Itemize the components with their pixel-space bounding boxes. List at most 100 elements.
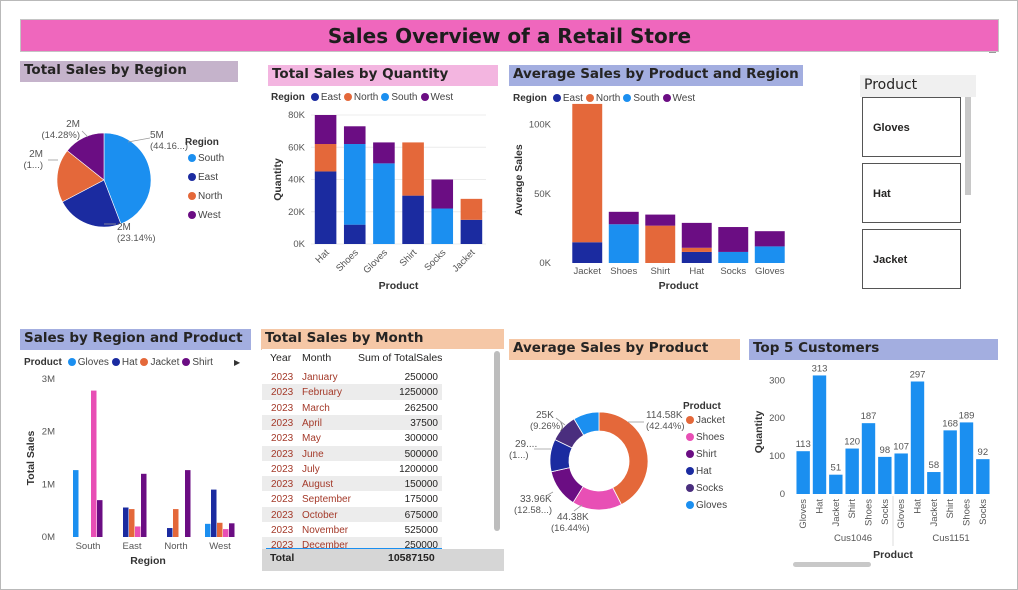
bar-socks — [878, 456, 892, 494]
bar-jacket-east — [572, 242, 603, 263]
bar-west-hat — [211, 489, 217, 537]
legend-more-icon[interactable]: ▶ — [234, 358, 240, 367]
cell-sales: 500000 — [404, 448, 438, 460]
cell-sales: 37500 — [410, 417, 438, 429]
legend-item-west[interactable]: West — [660, 93, 696, 104]
table-row[interactable]: 2023 April 37500 — [262, 414, 442, 431]
slicer-item-hat[interactable]: Hat — [862, 163, 961, 223]
y-tick-label: 100K — [529, 120, 552, 131]
bar-socks-west — [431, 179, 454, 209]
cell-month: August — [302, 479, 334, 491]
column-header-sum[interactable]: Sum of TotalSales — [358, 352, 442, 364]
region-product-legend: Product Gloves Hat Jacket Shirt — [24, 357, 213, 368]
table-row[interactable]: 2023 March 262500 — [262, 400, 442, 415]
total-value: 10587150 — [388, 552, 435, 564]
x-tick-label: East — [122, 541, 141, 552]
bar-gloves-west — [373, 142, 395, 164]
table-row[interactable]: 2023 February 1250000 — [262, 384, 442, 400]
cell-year: 2023 — [271, 463, 294, 475]
data-label-pct: (42.44%) — [646, 421, 685, 432]
legend-item-east[interactable]: East — [550, 93, 583, 104]
table-row[interactable]: 2023 May 300000 — [262, 430, 442, 445]
legend-item-south[interactable]: South — [185, 153, 224, 164]
legend-label: South — [633, 93, 660, 104]
legend-item-shirt[interactable]: Shirt — [179, 357, 213, 368]
data-label: 29.... — [515, 439, 537, 450]
table-row[interactable]: 2023 June 500000 — [262, 445, 442, 461]
legend-label: Shirt — [192, 357, 213, 368]
legend-item-south[interactable]: South — [378, 92, 418, 103]
table-row[interactable]: 2023 October 675000 — [262, 506, 442, 522]
legend-item-west[interactable]: West — [418, 92, 453, 103]
bar-shirt — [845, 448, 859, 494]
avg-product-region-title: Average Sales by Product and Region — [509, 65, 803, 86]
avg-product-title: Average Sales by Product — [509, 339, 740, 360]
x-tick-label: Shoes — [864, 499, 875, 526]
bar-north-jacket — [173, 509, 179, 537]
legend-label: Gloves — [77, 357, 109, 368]
product-slicer: Product Gloves Hat Jacket — [860, 75, 976, 290]
legend-marker — [188, 154, 196, 162]
slicer-item-jacket[interactable]: Jacket — [862, 229, 961, 289]
legend-title: Region — [513, 93, 547, 104]
bar-gloves-south — [373, 163, 395, 244]
cell-year: 2023 — [271, 525, 294, 536]
data-label: 313 — [812, 363, 828, 374]
legend-marker — [686, 450, 694, 458]
legend-item-shoes[interactable]: Shoes — [683, 432, 727, 443]
legend-item-gloves[interactable]: Gloves — [683, 500, 727, 511]
data-label: 51 — [831, 463, 842, 474]
x-group-label: Cus1046 — [834, 533, 872, 544]
legend-item-hat[interactable]: Hat — [683, 466, 727, 477]
bar-south-gloves — [73, 470, 79, 537]
focus-mode-icon[interactable] — [989, 50, 996, 53]
legend-label: West — [672, 93, 696, 104]
x-tick-label: Gloves — [896, 499, 907, 529]
legend-item-west[interactable]: West — [185, 210, 224, 221]
bar-hat — [812, 375, 827, 494]
table-row[interactable]: 2023 September 175000 — [262, 491, 442, 506]
bar-west-shoes — [223, 529, 229, 537]
data-label-pct: (1...) — [23, 160, 43, 171]
bar-shoes-west — [343, 126, 366, 145]
legend-item-shirt[interactable]: Shirt — [683, 449, 727, 460]
month-table-title: Total Sales by Month — [261, 329, 504, 350]
y-tick-label: 200 — [769, 413, 785, 424]
legend-item-north[interactable]: North — [583, 93, 620, 104]
table-row[interactable]: 2023 January 250000 — [262, 369, 442, 384]
data-label: 92 — [978, 447, 989, 458]
x-tick-label: Shoes — [962, 499, 973, 526]
legend-item-hat[interactable]: Hat — [109, 357, 137, 368]
legend-item-north[interactable]: North — [341, 92, 378, 103]
legend-marker — [188, 173, 196, 181]
legend-item-jacket[interactable]: Jacket — [683, 415, 727, 426]
legend-item-gloves[interactable]: Gloves — [65, 357, 109, 368]
legend-item-east[interactable]: East — [308, 92, 341, 103]
y-tick-label: 0 — [780, 489, 785, 500]
legend-marker — [686, 501, 694, 509]
bar-hat-east — [314, 171, 337, 244]
slicer-item-gloves[interactable]: Gloves — [862, 97, 961, 157]
legend-item-north[interactable]: North — [185, 191, 224, 202]
legend-label: East — [562, 93, 583, 104]
y-tick-label: 0K — [293, 239, 305, 250]
column-header-month[interactable]: Month — [302, 352, 331, 364]
legend-item-south[interactable]: South — [620, 93, 660, 104]
table-row[interactable]: 2023 November 525000 — [262, 522, 442, 537]
legend-label: Shirt — [696, 449, 717, 460]
table-row[interactable]: 2023 July 1200000 — [262, 461, 442, 476]
slicer-scrollbar[interactable] — [965, 97, 971, 195]
table-scrollbar[interactable] — [494, 351, 500, 531]
column-header-year[interactable]: Year — [270, 352, 291, 364]
cell-year: 2023 — [271, 433, 294, 445]
table-row[interactable]: 2023 August 150000 — [262, 476, 442, 492]
legend-item-east[interactable]: East — [185, 172, 224, 183]
legend-item-socks[interactable]: Socks — [683, 483, 727, 494]
x-tick-label: Shoes — [610, 266, 637, 277]
y-axis-title: Average Sales — [513, 144, 525, 216]
customers-scrollbar[interactable] — [793, 562, 871, 567]
legend-item-jacket[interactable]: Jacket — [137, 357, 179, 368]
top-customers-title: Top 5 Customers — [749, 339, 998, 360]
data-label: 44.38K — [557, 512, 589, 523]
bar-shoes-west — [608, 211, 639, 225]
